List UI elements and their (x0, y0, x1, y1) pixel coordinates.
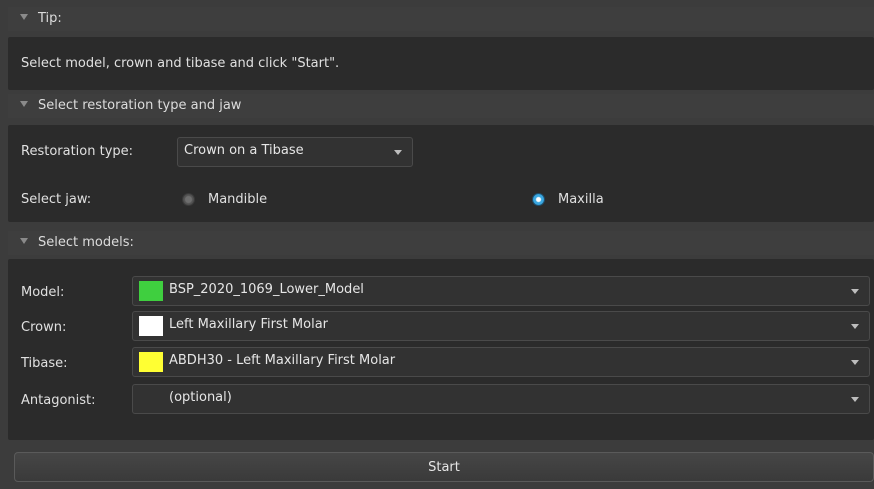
tibase-label: Tibase: (21, 356, 68, 371)
chevron-down-icon (851, 397, 859, 402)
crown-label: Crown: (21, 320, 67, 335)
tip-panel: Select model, crown and tibase and click… (8, 37, 874, 90)
tip-title: Tip: (38, 11, 62, 26)
models-panel: Model: BSP_2020_1069_Lower_Model Crown: … (8, 259, 874, 440)
crown-value: Left Maxillary First Molar (169, 317, 329, 332)
radio-mandible[interactable]: Mandible (182, 189, 342, 211)
collapse-arrow-icon[interactable] (20, 101, 28, 107)
radio-maxilla[interactable]: Maxilla (532, 189, 692, 211)
model-value: BSP_2020_1069_Lower_Model (169, 282, 364, 297)
restoration-panel: Restoration type: Crown on a Tibase Sele… (8, 125, 874, 222)
restoration-title: Select restoration type and jaw (38, 98, 242, 113)
start-button[interactable]: Start (14, 452, 874, 482)
collapse-arrow-icon[interactable] (20, 14, 28, 20)
model-label: Model: (21, 285, 65, 300)
restoration-type-label: Restoration type: (21, 144, 134, 159)
chevron-down-icon (851, 289, 859, 294)
radio-maxilla-label: Maxilla (558, 192, 604, 207)
restoration-type-value: Crown on a Tibase (184, 143, 304, 158)
antagonist-value: (optional) (169, 390, 232, 405)
tip-header[interactable]: Tip: (8, 7, 874, 31)
model-select[interactable]: BSP_2020_1069_Lower_Model (132, 276, 870, 306)
restoration-header[interactable]: Select restoration type and jaw (8, 94, 874, 118)
models-header[interactable]: Select models: (8, 231, 874, 255)
models-title: Select models: (38, 235, 134, 250)
radio-button-icon[interactable] (182, 193, 195, 206)
radio-button-selected-icon[interactable] (532, 193, 545, 206)
tip-text: Select model, crown and tibase and click… (21, 56, 340, 71)
tibase-select[interactable]: ABDH30 - Left Maxillary First Molar (132, 347, 870, 377)
radio-mandible-label: Mandible (208, 192, 268, 207)
chevron-down-icon (851, 324, 859, 329)
chevron-down-icon (851, 360, 859, 365)
crown-select[interactable]: Left Maxillary First Molar (132, 311, 870, 341)
color-swatch (139, 352, 163, 372)
collapse-arrow-icon[interactable] (20, 238, 28, 244)
antagonist-select[interactable]: (optional) (132, 384, 870, 414)
restoration-type-select[interactable]: Crown on a Tibase (177, 137, 413, 167)
chevron-down-icon (394, 150, 402, 155)
color-swatch (139, 281, 163, 301)
color-swatch (139, 316, 163, 336)
tibase-value: ABDH30 - Left Maxillary First Molar (169, 353, 396, 368)
select-jaw-label: Select jaw: (21, 192, 92, 207)
antagonist-label: Antagonist: (21, 393, 96, 408)
